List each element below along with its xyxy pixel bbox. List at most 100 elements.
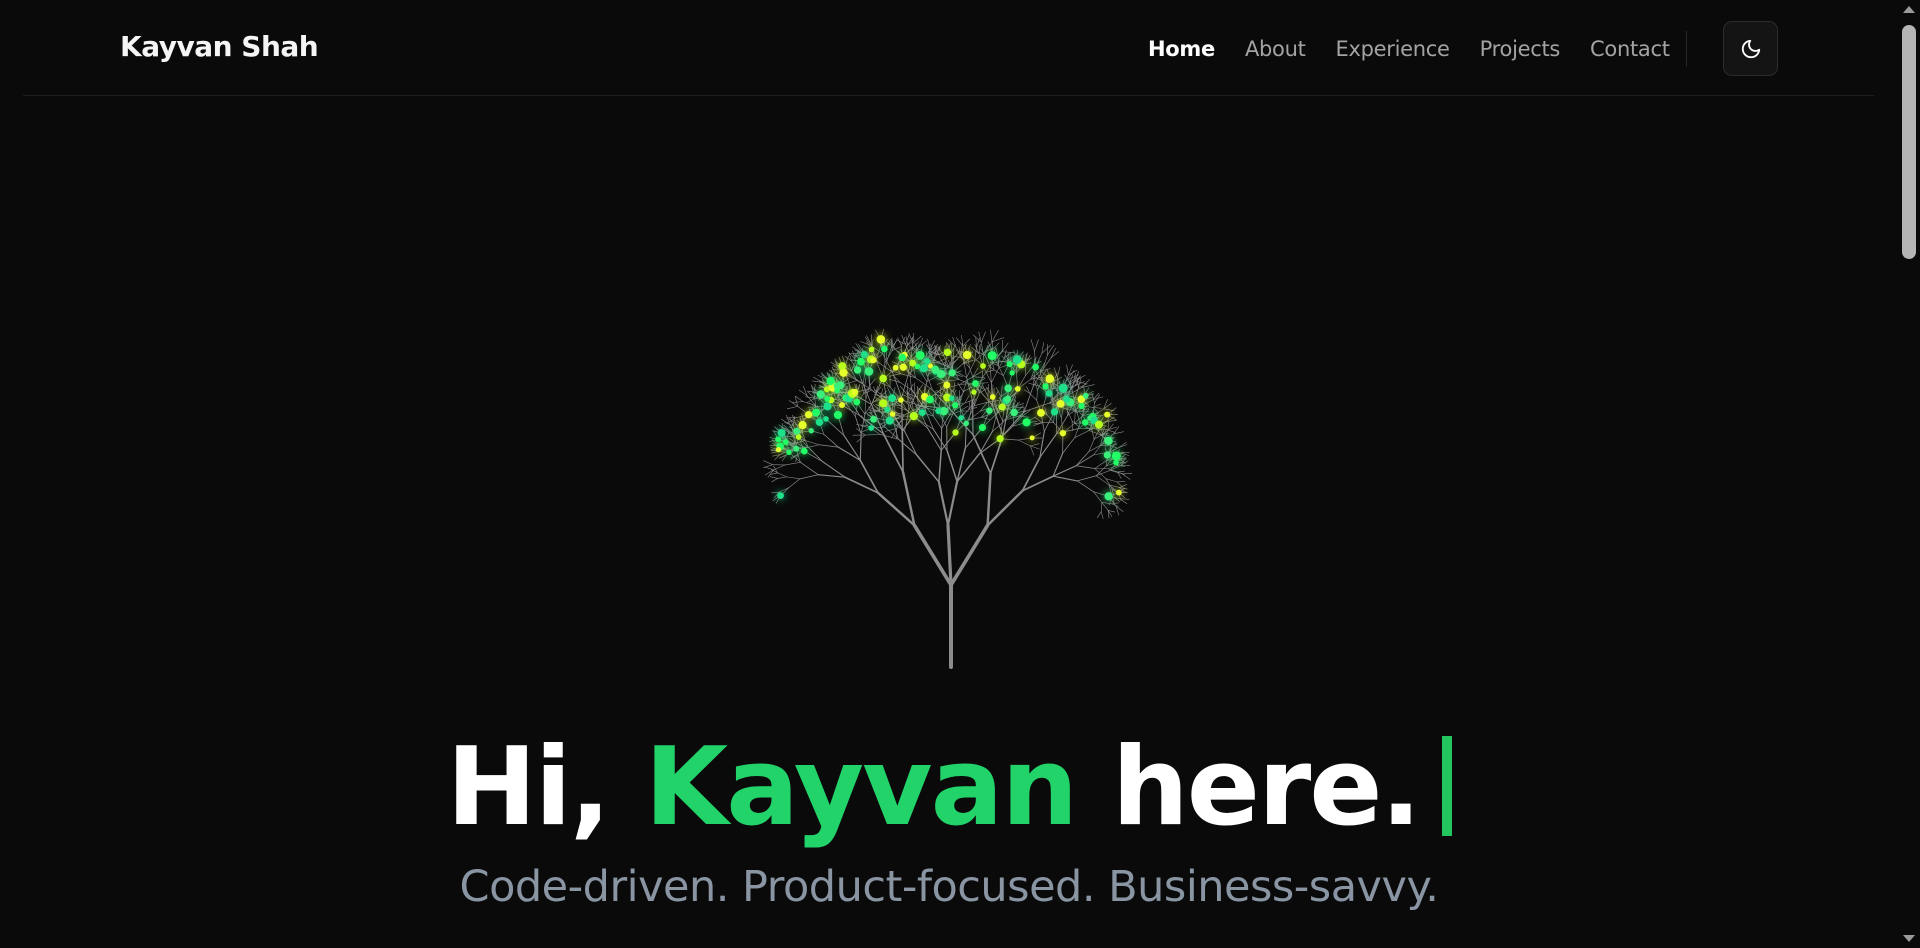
tree-branch (843, 434, 861, 461)
tree-branch (901, 430, 904, 473)
tree-light (971, 389, 977, 395)
page-scrollbar[interactable] (1898, 0, 1920, 948)
tree-light (919, 364, 928, 373)
tree-light (793, 427, 801, 435)
tree-branch (1101, 502, 1109, 511)
tree-branch (859, 433, 862, 461)
tree-branch (778, 487, 790, 493)
scroll-thumb[interactable] (1902, 25, 1916, 259)
tree-branch (1066, 364, 1069, 376)
tree-light (1014, 385, 1021, 392)
tree-light (952, 429, 959, 436)
tree-branch (769, 476, 778, 479)
tree-light (986, 407, 993, 414)
tree-light (1063, 395, 1070, 403)
nav-home[interactable]: Home (1148, 37, 1215, 61)
tree-light (1045, 374, 1055, 384)
tree-branch (932, 428, 948, 451)
tree-branch (1057, 406, 1062, 419)
tree-light (987, 351, 997, 361)
tree-light (876, 335, 886, 344)
tree-branch (986, 489, 1024, 527)
tree-light (870, 357, 877, 364)
tree-branch (783, 424, 790, 432)
tree-branch (960, 405, 968, 412)
tree-branch (991, 411, 998, 433)
tree-light (996, 435, 1004, 443)
main-nav: Home About Experience Projects Contact (1148, 37, 1700, 61)
tree-branch (1036, 389, 1038, 401)
tree-branch (1119, 498, 1130, 500)
tree-branch (764, 466, 775, 471)
typing-cursor (1441, 736, 1452, 836)
page: Kayvan Shah Home About Experience Projec… (0, 0, 1920, 948)
tree-light (777, 429, 786, 437)
tree-branch (844, 380, 858, 385)
tree-illustration (600, 180, 1320, 680)
tree-branch (1100, 502, 1103, 512)
tree-branch (932, 415, 942, 429)
tree-branch (1093, 491, 1103, 503)
tree-light (1104, 411, 1111, 418)
tree-light (926, 395, 934, 404)
tree-light (892, 364, 899, 371)
nav-about[interactable]: About (1245, 37, 1306, 61)
tree-branch (770, 472, 778, 475)
tree-light (801, 447, 808, 455)
tree-branch (1118, 444, 1128, 448)
brand-logo[interactable]: Kayvan Shah (120, 30, 319, 63)
nav-projects[interactable]: Projects (1480, 37, 1561, 61)
tree-light (909, 359, 917, 367)
tree-branch (1029, 393, 1038, 401)
tree-light (777, 492, 784, 500)
tree-branch (784, 461, 801, 466)
tree-branch (1076, 480, 1094, 493)
tree-light (1004, 384, 1013, 393)
tree-light (918, 409, 926, 417)
scroll-down-arrow-icon[interactable] (1903, 935, 1915, 942)
tree-light (786, 449, 792, 455)
tree-light (1042, 383, 1049, 390)
tree-light (923, 358, 931, 365)
tree-light (823, 402, 832, 411)
tree-light (857, 357, 865, 366)
tree-branch (1047, 345, 1054, 356)
tree-light (1006, 361, 1013, 368)
tree-branch (1092, 407, 1102, 409)
tree-light (948, 369, 956, 377)
tree-branch (1118, 442, 1127, 448)
tree-branch (882, 353, 893, 373)
tree-light (1094, 420, 1103, 429)
tree-branch (1057, 366, 1061, 378)
tree-light (1115, 489, 1122, 496)
tree-branch (980, 417, 991, 420)
tree-light (998, 403, 1006, 411)
tree-light (793, 445, 800, 452)
tree-branch (1018, 439, 1031, 447)
nav-contact[interactable]: Contact (1590, 37, 1670, 61)
tree-light (1045, 390, 1053, 397)
tree-light (1056, 399, 1065, 408)
tree-light (884, 406, 891, 413)
hero-name: Kayvan (644, 725, 1078, 850)
tree-light (1032, 363, 1039, 371)
tree-branch (897, 438, 918, 456)
theme-toggle-button[interactable] (1723, 21, 1778, 76)
tree-light (816, 390, 825, 399)
tree-branch (1071, 420, 1073, 432)
tree-branch (955, 346, 964, 360)
tree-light (1104, 492, 1113, 501)
nav-experience[interactable]: Experience (1336, 37, 1450, 61)
tree-branch (938, 449, 942, 483)
tree-branch (817, 474, 846, 478)
tree-light (879, 399, 888, 408)
scroll-up-arrow-icon[interactable] (1903, 6, 1915, 13)
tree-branch (1061, 405, 1064, 419)
site-header: Kayvan Shah Home About Experience Projec… (23, 0, 1874, 96)
tree-branch (886, 347, 892, 361)
tree-light (972, 380, 979, 387)
tree-branch (1002, 365, 1009, 376)
tree-branch (1001, 342, 1009, 353)
tree-light (833, 410, 843, 420)
tree-light (1104, 436, 1113, 446)
